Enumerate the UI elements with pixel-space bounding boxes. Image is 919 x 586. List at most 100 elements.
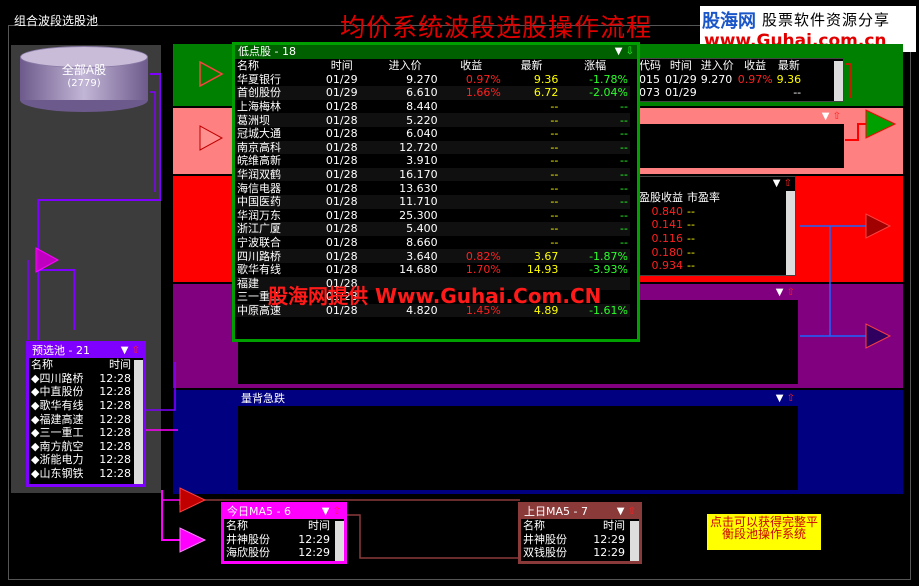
up-arrow-icon[interactable]: ⇧ (784, 178, 792, 189)
list-item[interactable]: ◆浙能电力 12:28 (29, 453, 133, 467)
column-header[interactable]: 最新 (775, 59, 804, 73)
menu-dropdown-icon[interactable]: ▼ (773, 178, 781, 189)
table-row[interactable]: 首创股份 01/29 6.610 1.66% 6.72 -2.04% (235, 86, 630, 100)
panel-controls: ▼ ⇧ (776, 392, 795, 406)
table-cell: -- (620, 127, 628, 141)
table-cell: -- (550, 140, 559, 154)
table-row[interactable]: 宁波联合 01/28 8.660 -- -- (235, 236, 630, 250)
menu-dropdown-icon[interactable]: ▼ (822, 111, 830, 122)
table-row[interactable]: 四川路桥 01/28 3.640 0.82% 3.67 -1.87% (235, 249, 630, 263)
table-row[interactable]: 皖维高新 01/28 3.910 -- -- (235, 154, 630, 168)
table-row[interactable]: 中国医药 01/28 11.710 -- -- (235, 194, 630, 209)
table-row[interactable]: 0.180 -- (637, 245, 722, 259)
column-header[interactable]: 时间 (286, 519, 332, 533)
table-cell (699, 86, 736, 100)
table-cell: 8.660 (406, 236, 438, 250)
table-cell: 南京高科 (237, 140, 281, 154)
up-arrow-icon[interactable]: ⇧ (333, 506, 341, 517)
list-item[interactable]: ◆三一重工 12:28 (29, 426, 133, 440)
column-header[interactable]: 收益 (440, 59, 503, 73)
up-arrow-icon[interactable]: ⇧ (132, 345, 140, 356)
table-cell: 6.040 (406, 127, 438, 141)
list-item[interactable]: ◆山东钢铁 12:28 (29, 467, 133, 481)
column-header[interactable]: 最新 (503, 59, 561, 73)
table-row[interactable]: 上海梅林 01/28 8.440 -- -- (235, 100, 630, 114)
table-cell: 0.97% (465, 72, 501, 86)
table-row[interactable]: 073 01/29 -- (637, 86, 803, 100)
table-cell: 01/29 (325, 72, 358, 86)
table-row[interactable]: 歌华有线 01/28 14.680 1.70% 14.93 -3.93% (235, 263, 630, 277)
list-item[interactable]: ◆福建高速 12:28 (29, 412, 133, 426)
menu-dropdown-icon[interactable]: ▼ (776, 287, 784, 298)
promo-link[interactable]: 点击可以获得完整平衡段池操作系统 (707, 514, 821, 550)
table-row[interactable]: 0.934 -- (637, 259, 722, 273)
table-cell: 3.67 (533, 249, 559, 263)
table-row[interactable]: 冠城大通 01/28 6.040 -- -- (235, 127, 630, 141)
up-arrow-icon[interactable]: ⇧ (833, 111, 841, 122)
up-arrow-icon[interactable]: ⇧ (787, 287, 795, 298)
table-cell (440, 100, 503, 114)
table-row[interactable]: 南京高科 01/28 12.720 -- -- (235, 140, 630, 155)
column-header[interactable]: 进入价 (699, 59, 736, 73)
column-header[interactable]: 名称 (521, 519, 582, 533)
watermark: 股海网提供 Www.Guhai.Com.CN (268, 284, 602, 308)
column-header[interactable]: 收益 (736, 59, 775, 73)
list-item[interactable]: ◆歌华有线 12:28 (29, 399, 133, 413)
column-header[interactable]: 盈股收益 (637, 191, 685, 205)
up-arrow-icon[interactable]: ⇧ (787, 393, 795, 404)
table-row[interactable]: 浙江广厦 01/28 5.400 -- -- (235, 222, 630, 236)
column-header[interactable]: 时间 (93, 358, 133, 372)
menu-dropdown-icon[interactable]: ▼ (322, 506, 330, 517)
table-cell: 01/28 (325, 195, 358, 209)
scrollbar[interactable] (335, 521, 344, 561)
column-header[interactable]: 代码 (637, 59, 663, 73)
list-item[interactable]: ◆四川路桥 12:28 (29, 372, 133, 386)
table-row[interactable]: 葛洲坝 01/28 5.220 -- -- (235, 113, 630, 127)
table-row[interactable]: 0.840 -- (637, 205, 722, 219)
list-item[interactable]: 双钱股份 12:29 (521, 546, 627, 560)
column-header[interactable]: 进入价 (371, 59, 440, 73)
list-item[interactable]: 井神股份 12:29 (521, 533, 627, 547)
table-cell: 01/29 (325, 86, 358, 100)
table-cell: 0.180 (651, 245, 684, 259)
scrollbar[interactable] (834, 61, 843, 101)
menu-dropdown-icon[interactable]: ▼ (776, 393, 784, 404)
table-cell (440, 154, 503, 168)
table-row[interactable]: 海信电器 01/28 13.630 -- -- (235, 181, 630, 195)
list-item[interactable]: 井神股份 12:29 (224, 533, 332, 547)
menu-dropdown-icon[interactable]: ▼ (617, 506, 625, 517)
table-row[interactable]: 华润万东 01/28 25.300 -- -- (235, 209, 630, 223)
column-header[interactable]: 涨幅 (560, 59, 630, 73)
list-item[interactable]: ◆中直股份 12:28 (29, 385, 133, 399)
menu-dropdown-icon[interactable]: ▼ (121, 345, 129, 356)
down-arrow-icon[interactable]: ⇩ (626, 46, 634, 57)
column-header[interactable]: 市盈率 (685, 191, 722, 205)
scrollbar[interactable] (630, 521, 639, 561)
table-row[interactable]: 华夏银行 01/29 9.270 0.97% 9.36 -1.78% (235, 73, 630, 87)
table-cell: 01/29 (665, 86, 697, 100)
up-arrow-icon[interactable]: ⇧ (628, 506, 636, 517)
table-row[interactable]: 015 01/29 9.270 0.97% 9.36 (637, 73, 803, 87)
table-cell: -- (620, 168, 628, 182)
scrollbar[interactable] (786, 191, 795, 275)
list-item[interactable]: ◆南方航空 12:28 (29, 440, 133, 454)
table-cell: 14.680 (399, 263, 438, 277)
column-header[interactable]: 时间 (663, 59, 699, 73)
list-item[interactable]: 海欣股份 12:29 (224, 546, 332, 560)
table-row[interactable]: 0.141 -- (637, 218, 722, 232)
column-header[interactable]: 名称 (29, 358, 93, 372)
table-cell: 01/28 (325, 127, 358, 141)
table-cell: -- (620, 100, 628, 114)
menu-dropdown-icon[interactable]: ▼ (615, 46, 623, 57)
column-header[interactable]: 名称 (235, 59, 313, 73)
table-cell: 上海梅林 (237, 100, 281, 114)
column-header[interactable]: 时间 (582, 519, 627, 533)
scrollbar[interactable] (134, 360, 143, 484)
preselect-pool-header: 预选池 - 21 ▼ ⇧ (29, 344, 143, 358)
column-header[interactable]: 名称 (224, 519, 286, 533)
table-cell (736, 86, 775, 100)
column-header[interactable]: 时间 (313, 59, 371, 73)
table-row[interactable]: 华润双鹤 01/28 16.170 -- -- (235, 167, 630, 182)
table-row[interactable]: 0.116 -- (637, 232, 722, 246)
table-cell: 12:28 (99, 467, 131, 481)
